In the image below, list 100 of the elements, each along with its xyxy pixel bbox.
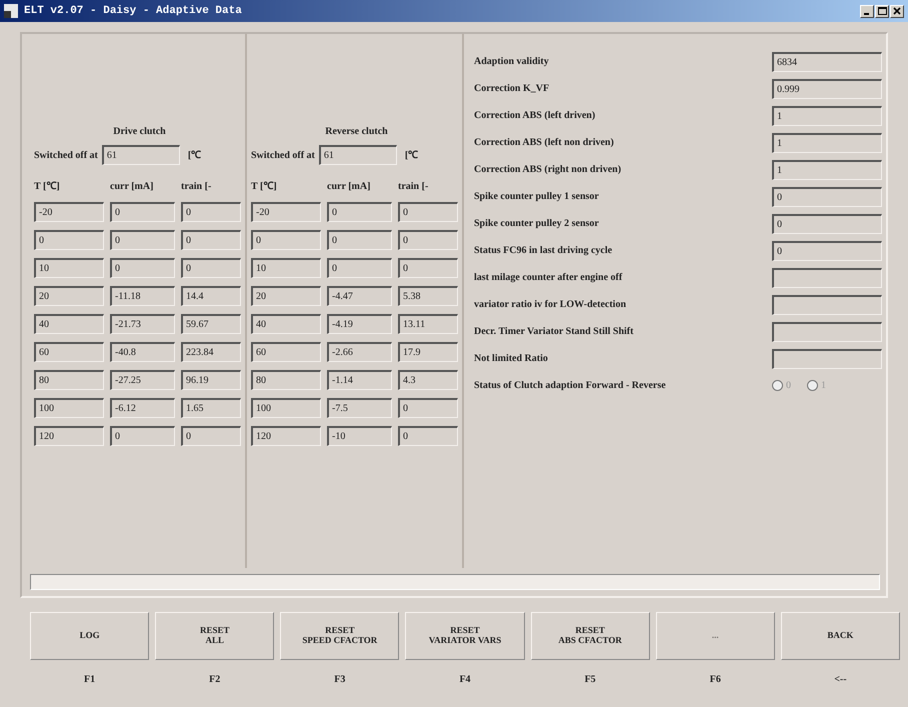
input-field[interactable]: 0 xyxy=(772,214,882,234)
input-field[interactable]: 223.84 xyxy=(181,342,241,362)
function-button[interactable]: RESET ALL xyxy=(155,612,274,660)
input-field[interactable]: 0 xyxy=(327,230,392,250)
maximize-button[interactable] xyxy=(875,4,889,18)
input-field[interactable]: 0 xyxy=(181,202,241,222)
field-label: Correction ABS (left driven) xyxy=(474,109,596,123)
input-field[interactable]: 120 xyxy=(251,426,321,446)
field-label: Spike counter pulley 2 sensor xyxy=(474,217,600,231)
input-field[interactable]: 4.3 xyxy=(398,370,458,390)
input-field[interactable]: 0 xyxy=(398,230,458,250)
function-button[interactable]: RESET ABS CFACTOR xyxy=(530,612,650,660)
input-field[interactable]: 0 xyxy=(181,258,241,278)
field-label: Correction ABS (right non driven) xyxy=(474,163,622,177)
input-field[interactable]: 0 xyxy=(398,398,458,418)
input-field[interactable]: -7.5 xyxy=(327,398,392,418)
unit-label: [℃ xyxy=(404,148,418,162)
input-field[interactable]: -4.47 xyxy=(327,286,392,306)
input-field[interactable]: 100 xyxy=(251,398,321,418)
input-field[interactable]: 40 xyxy=(34,314,104,334)
input-field[interactable]: 0 xyxy=(110,202,175,222)
input-field[interactable]: 0 xyxy=(181,426,241,446)
shortcut-label: F3 xyxy=(333,673,346,687)
input-field[interactable]: 0 xyxy=(110,426,175,446)
input-field[interactable]: 10 xyxy=(34,258,104,278)
input-field[interactable]: 0 xyxy=(398,258,458,278)
input-field[interactable]: 61 xyxy=(318,145,397,165)
field-label: last milage counter after engine off xyxy=(474,271,624,285)
input-field[interactable]: 96.19 xyxy=(181,370,241,390)
input-field[interactable]: -40.8 xyxy=(110,342,175,362)
input-field[interactable]: 0 xyxy=(181,230,241,250)
column-header: T [℃] xyxy=(251,180,278,194)
input-field[interactable]: 0 xyxy=(110,230,175,250)
minimize-button[interactable] xyxy=(860,4,874,18)
shortcut-label: F2 xyxy=(208,673,222,687)
input-field[interactable]: 0.999 xyxy=(772,78,882,98)
input-field[interactable]: 0 xyxy=(327,202,392,222)
input-field[interactable]: 14.4 xyxy=(181,286,241,306)
input-field[interactable]: 5.38 xyxy=(398,286,458,306)
field-label: Correction ABS (left non driven) xyxy=(474,136,615,150)
close-button[interactable] xyxy=(890,4,904,18)
input-field[interactable] xyxy=(772,348,882,368)
input-field[interactable]: 80 xyxy=(251,370,321,390)
unit-label: [℃ xyxy=(188,148,202,162)
input-field[interactable]: 13.11 xyxy=(398,314,458,334)
input-field[interactable]: 0 xyxy=(398,426,458,446)
input-field[interactable]: 0 xyxy=(34,230,104,250)
input-field[interactable]: 6834 xyxy=(772,52,882,72)
function-button[interactable]: LOG xyxy=(30,612,150,660)
function-button[interactable]: RESET VARIATOR VARS xyxy=(405,612,525,660)
input-field[interactable]: 0 xyxy=(110,258,175,278)
section-title: Reverse clutch xyxy=(324,125,389,139)
column-header: curr [mA] xyxy=(110,180,154,194)
input-field[interactable]: -11.18 xyxy=(110,286,175,306)
input-field[interactable]: -1.14 xyxy=(327,370,392,390)
input-field[interactable]: 20 xyxy=(251,286,321,306)
input-field[interactable]: 0 xyxy=(772,186,882,206)
input-field[interactable]: 60 xyxy=(251,342,321,362)
function-button[interactable]: RESET SPEED CFACTOR xyxy=(280,612,400,660)
input-field[interactable]: -4.19 xyxy=(327,314,392,334)
input-field[interactable]: 60 xyxy=(34,342,104,362)
input-field[interactable]: 1 xyxy=(772,132,882,152)
input-field[interactable]: 0 xyxy=(251,230,321,250)
input-field[interactable]: -21.73 xyxy=(110,314,175,334)
input-field[interactable]: 59.67 xyxy=(181,314,241,334)
column-header: train [- xyxy=(181,180,212,194)
input-field[interactable]: 40 xyxy=(251,314,321,334)
shortcut-label: <-- xyxy=(833,673,848,687)
input-field[interactable]: 1 xyxy=(772,160,882,180)
input-field[interactable]: 100 xyxy=(34,398,104,418)
input-field[interactable]: -2.66 xyxy=(327,342,392,362)
field-label: Not limited Ratio xyxy=(474,352,549,366)
field-label: Correction K_VF xyxy=(474,82,550,96)
input-field[interactable]: 10 xyxy=(251,258,321,278)
field-label: Status FC96 in last driving cycle xyxy=(474,244,614,258)
input-field[interactable]: 1 xyxy=(772,106,882,126)
column-header: T [℃] xyxy=(34,180,61,194)
function-button[interactable]: BACK xyxy=(780,612,900,660)
input-field[interactable]: -20 xyxy=(251,202,321,222)
field-label: Switched off at xyxy=(34,148,98,162)
input-field[interactable]: 0 xyxy=(327,258,392,278)
input-field[interactable]: -10 xyxy=(327,426,392,446)
input-field[interactable]: 17.9 xyxy=(398,342,458,362)
input-field[interactable]: -20 xyxy=(34,202,104,222)
input-field[interactable]: 0 xyxy=(398,202,458,222)
shortcut-label: F5 xyxy=(584,673,597,687)
input-field[interactable]: 20 xyxy=(34,286,104,306)
input-field[interactable]: 1.65 xyxy=(181,398,241,418)
input-field[interactable]: 0 xyxy=(772,240,882,260)
input-field[interactable]: 61 xyxy=(102,145,180,165)
input-field[interactable] xyxy=(772,294,882,314)
shortcut-label: F4 xyxy=(458,673,472,687)
input-field[interactable]: 120 xyxy=(34,426,104,446)
input-field[interactable] xyxy=(772,268,882,288)
field-label: Adaption validity xyxy=(474,55,550,69)
input-field[interactable]: 80 xyxy=(34,370,104,390)
input-field[interactable] xyxy=(772,322,882,342)
field-label: Decr. Timer Variator Stand Still Shift xyxy=(474,325,634,339)
input-field[interactable]: -27.25 xyxy=(110,370,175,390)
input-field[interactable]: -6.12 xyxy=(110,398,175,418)
